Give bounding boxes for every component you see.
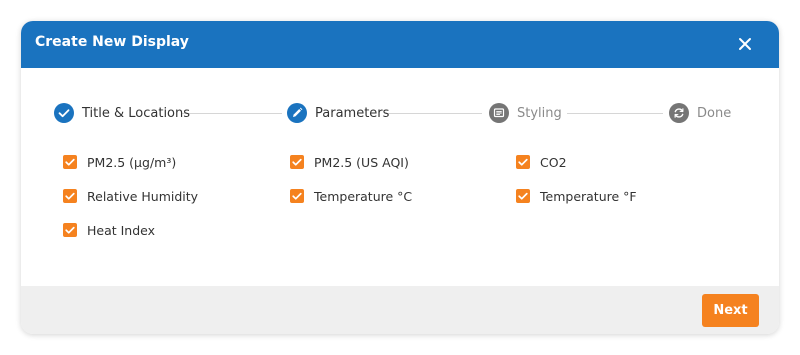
step-label: Title & Locations: [82, 105, 191, 121]
checkmark-icon: [292, 158, 302, 166]
param-temperature-c[interactable]: Temperature °C: [290, 188, 412, 204]
param-relative-humidity[interactable]: Relative Humidity: [63, 188, 198, 204]
step-styling[interactable]: Styling: [489, 103, 562, 123]
step-done[interactable]: Done: [669, 103, 731, 123]
checkbox-checked[interactable]: [63, 223, 77, 237]
checkmark-icon: [65, 226, 75, 234]
step-label: Styling: [517, 105, 562, 121]
step-title-locations[interactable]: Title & Locations: [54, 103, 190, 123]
checkmark-icon: [518, 192, 528, 200]
step-label: Parameters: [315, 105, 390, 121]
param-label: Temperature °F: [540, 188, 637, 204]
checkbox-checked[interactable]: [516, 189, 530, 203]
step-circle: [489, 103, 509, 123]
param-label: CO2: [540, 154, 567, 170]
param-pm25-ugm3[interactable]: PM2.5 (µg/m³): [63, 154, 176, 170]
refresh-icon: [674, 108, 684, 118]
checkbox-checked[interactable]: [290, 155, 304, 169]
checkmark-icon: [518, 158, 528, 166]
checkbox-checked[interactable]: [516, 155, 530, 169]
param-label: Temperature °C: [314, 188, 413, 204]
pencil-icon: [293, 107, 303, 117]
param-temperature-f[interactable]: Temperature °F: [516, 188, 637, 204]
step-circle: [54, 103, 74, 123]
checkmark-icon: [65, 158, 75, 166]
param-pm25-aqi[interactable]: PM2.5 (US AQI): [290, 154, 409, 170]
param-label: PM2.5 (US AQI): [314, 154, 409, 170]
step-label: Done: [697, 105, 732, 121]
step-circle: [287, 103, 307, 123]
checkbox-checked[interactable]: [63, 189, 77, 203]
create-display-dialog: Create New Display Title & Locations Par…: [21, 21, 779, 334]
param-co2[interactable]: CO2: [516, 154, 567, 170]
step-parameters[interactable]: Parameters: [287, 103, 389, 123]
message-icon: [493, 108, 505, 118]
step-connector: [182, 113, 282, 114]
step-circle: [669, 103, 689, 123]
checkbox-checked[interactable]: [290, 189, 304, 203]
param-label: Relative Humidity: [87, 188, 199, 204]
step-connector: [567, 113, 663, 114]
check-icon: [58, 109, 70, 118]
param-label: Heat Index: [87, 222, 156, 238]
checkbox-checked[interactable]: [63, 155, 77, 169]
checkmark-icon: [65, 192, 75, 200]
param-heat-index[interactable]: Heat Index: [63, 222, 155, 238]
checkmark-icon: [292, 192, 302, 200]
dialog-footer: Next: [21, 286, 779, 334]
next-button[interactable]: Next: [702, 294, 759, 327]
param-label: PM2.5 (µg/m³): [87, 154, 177, 170]
step-connector: [384, 113, 482, 114]
